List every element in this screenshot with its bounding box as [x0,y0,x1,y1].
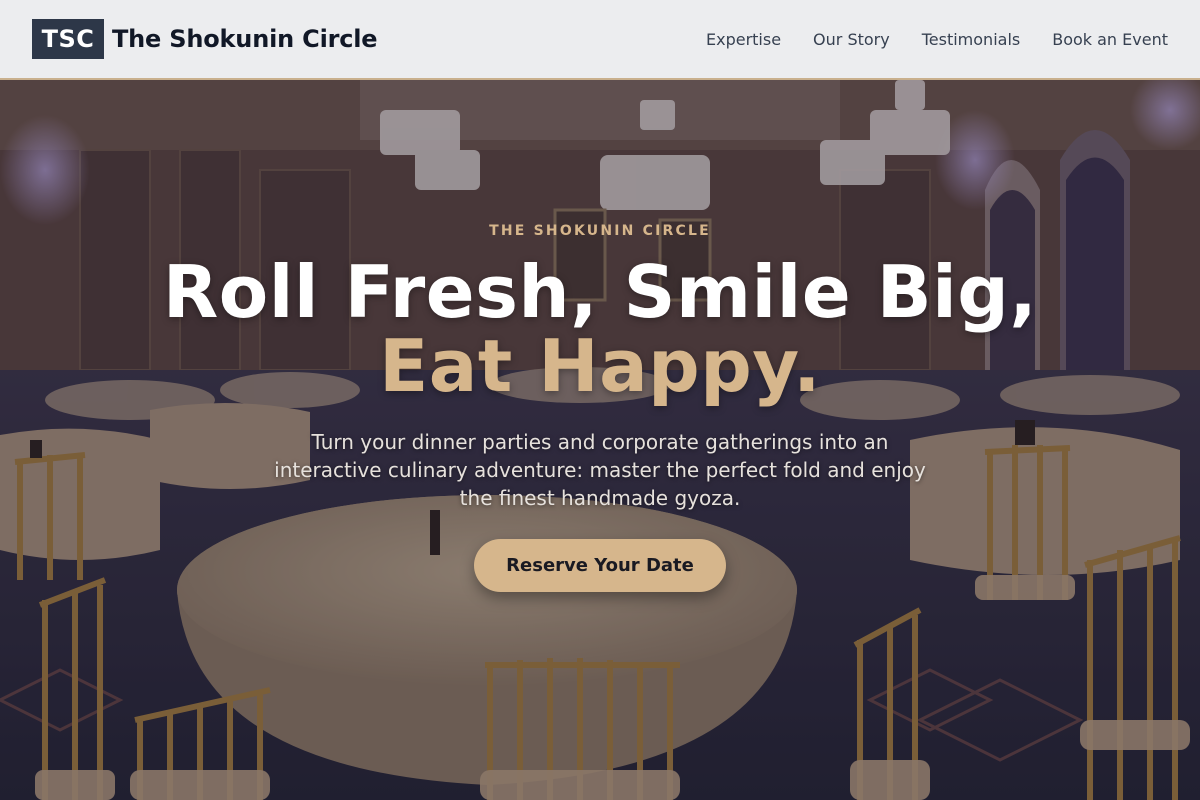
hero-content: THE SHOKUNIN CIRCLE Roll Fresh, Smile Bi… [0,80,1200,800]
logo[interactable]: TSC [32,19,104,59]
headline-line-1: Roll Fresh, Smile Big, [162,250,1038,334]
nav-link-book-an-event[interactable]: Book an Event [1052,30,1168,49]
brand-name[interactable]: The Shokunin Circle [112,25,378,53]
main-nav: Expertise Our Story Testimonials Book an… [706,30,1168,49]
site-header: TSC The Shokunin Circle Expertise Our St… [0,0,1200,80]
nav-link-our-story[interactable]: Our Story [813,30,890,49]
brand[interactable]: TSC The Shokunin Circle [32,19,378,59]
nav-link-expertise[interactable]: Expertise [706,30,781,49]
hero-eyebrow: THE SHOKUNIN CIRCLE [489,223,711,239]
hero-headline: Roll Fresh, Smile Big, Eat Happy. [0,255,1200,403]
nav-link-testimonials[interactable]: Testimonials [922,30,1021,49]
headline-line-2: Eat Happy. [379,324,821,408]
hero-subtext: Turn your dinner parties and corporate g… [274,430,926,510]
reserve-your-date-button[interactable]: Reserve Your Date [474,539,726,592]
hero-section: THE SHOKUNIN CIRCLE Roll Fresh, Smile Bi… [0,80,1200,800]
